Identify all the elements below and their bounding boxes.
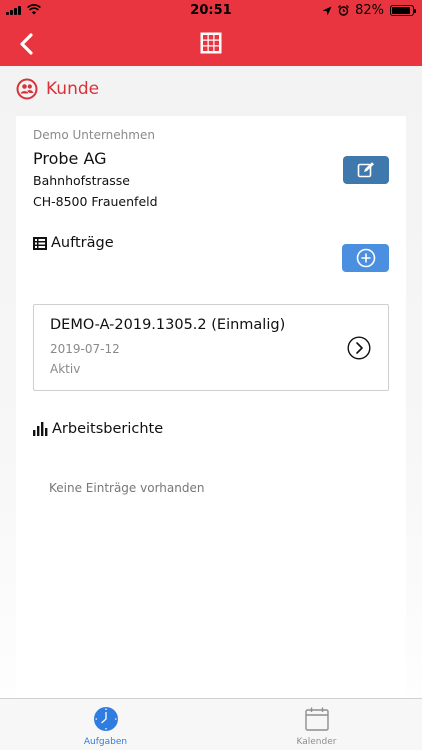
status-right: 82% (322, 3, 416, 18)
tab-aufgaben[interactable]: Aufgaben (0, 699, 211, 750)
reports-header: Arbeitsberichte (33, 421, 163, 437)
reports-empty-text: Keine Einträge vorhanden (49, 481, 205, 495)
edit-customer-button[interactable] (343, 156, 389, 184)
clock-icon (94, 707, 118, 731)
nav-bar (0, 22, 422, 66)
tab-kalender-label: Kalender (296, 737, 337, 747)
battery-percentage: 82% (355, 3, 384, 18)
order-title: DEMO-A-2019.1305.2 (Einmalig) (50, 317, 286, 333)
order-list-item[interactable]: DEMO-A-2019.1305.2 (Einmalig) 2019-07-12… (33, 304, 389, 391)
order-date: 2019-07-12 (50, 342, 120, 356)
menu-grid-button[interactable] (200, 32, 222, 54)
order-status: Aktiv (50, 362, 81, 376)
customer-card: Demo Unternehmen Probe AG Bahnhofstrasse… (16, 116, 406, 698)
tab-aufgaben-label: Aufgaben (83, 737, 128, 747)
chevron-left-icon (20, 33, 33, 55)
grid-icon (200, 32, 222, 54)
status-bar: 20:51 82% (0, 0, 422, 22)
calendar-icon (305, 707, 329, 731)
location-arrow-icon (322, 6, 332, 15)
address-city: CH-8500 Frauenfeld (33, 194, 158, 209)
orders-title: Aufträge (51, 235, 114, 251)
section-header: Kunde (16, 78, 99, 100)
address-street: Bahnhofstrasse (33, 173, 130, 188)
add-order-button[interactable] (342, 244, 389, 272)
reports-title: Arbeitsberichte (52, 421, 164, 437)
orders-header: Aufträge (33, 235, 114, 251)
section-title: Kunde (46, 79, 100, 99)
customer-name: Probe AG (33, 149, 107, 168)
edit-icon (357, 162, 374, 178)
tab-bar: Aufgaben Kalender (0, 698, 422, 750)
bar-chart-icon (33, 422, 48, 436)
users-icon (16, 78, 38, 100)
battery-icon (390, 5, 416, 16)
chevron-right-circle-icon (347, 336, 371, 360)
alarm-icon (338, 5, 350, 16)
back-button[interactable] (14, 30, 42, 58)
list-icon (33, 236, 47, 250)
tab-kalender[interactable]: Kalender (211, 699, 422, 750)
company-name: Demo Unternehmen (33, 128, 155, 142)
plus-circle-icon (356, 248, 375, 268)
